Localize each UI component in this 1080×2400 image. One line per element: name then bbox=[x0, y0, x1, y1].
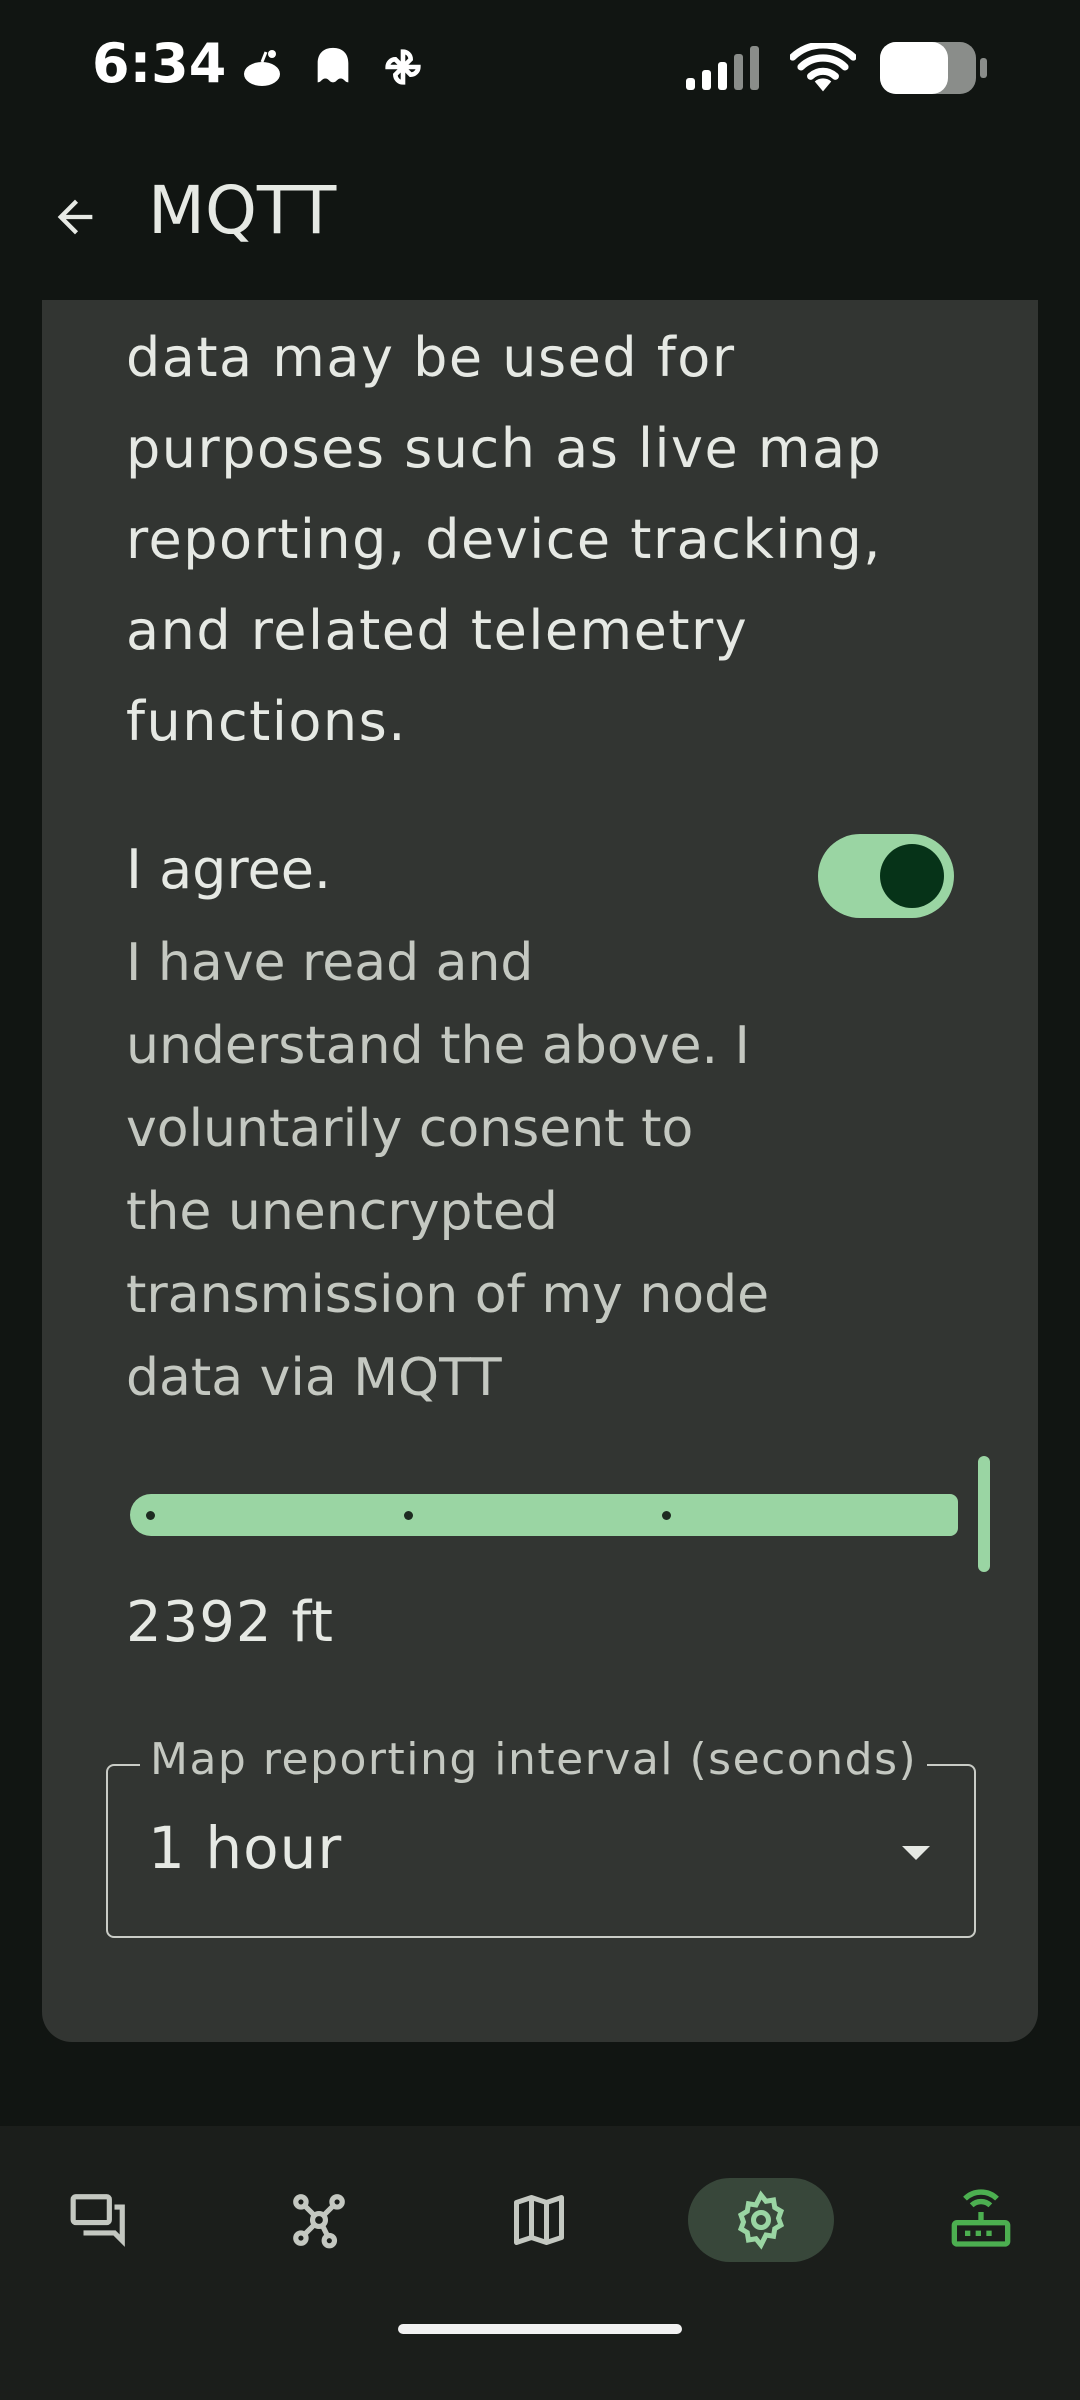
agree-title: I agree. bbox=[126, 838, 332, 901]
precision-slider[interactable] bbox=[130, 1456, 990, 1576]
pinwheel-icon bbox=[380, 44, 426, 94]
home-indicator[interactable] bbox=[398, 2324, 682, 2334]
bottom-navigation bbox=[0, 2126, 1080, 2400]
arrow-left-icon bbox=[57, 199, 93, 235]
signal-icon bbox=[684, 44, 768, 96]
agree-line: I have read and bbox=[126, 933, 534, 993]
status-time: 6:34 bbox=[92, 32, 227, 95]
nodes-icon bbox=[293, 2194, 345, 2249]
field-value: 1 hour bbox=[148, 1814, 343, 1882]
slider-tick-mark bbox=[404, 1511, 413, 1520]
body-line: purposes such as live map bbox=[126, 417, 883, 480]
agree-line: the unencrypted bbox=[126, 1182, 558, 1242]
slider-tick-mark bbox=[146, 1511, 155, 1520]
nav-connections[interactable] bbox=[908, 2178, 1054, 2262]
back-button[interactable] bbox=[40, 182, 110, 252]
map-icon bbox=[514, 2195, 564, 2245]
dropdown-arrow-icon bbox=[902, 1846, 930, 1860]
slider-active-track bbox=[130, 1494, 958, 1536]
field-label: Map reporting interval (seconds) bbox=[140, 1734, 928, 1785]
nav-nodes[interactable] bbox=[246, 2178, 392, 2262]
body-line: and related telemetry bbox=[126, 599, 749, 662]
body-line: functions. bbox=[126, 690, 407, 753]
chat-icon bbox=[70, 2194, 125, 2247]
body-line: reporting, device tracking, bbox=[126, 508, 882, 571]
gear-icon bbox=[737, 2190, 785, 2250]
agree-line: voluntarily consent to bbox=[126, 1099, 694, 1159]
map-reporting-interval-select[interactable]: Map reporting interval (seconds) 1 hour bbox=[106, 1734, 976, 1938]
page-title: MQTT bbox=[148, 172, 337, 249]
agree-description: I have read and understand the above. I … bbox=[126, 922, 776, 1420]
consent-body-text: data may be used for purposes such as li… bbox=[126, 312, 946, 767]
agree-toggle[interactable] bbox=[818, 834, 954, 918]
body-line: data may be used for bbox=[126, 326, 736, 389]
nav-map[interactable] bbox=[466, 2178, 612, 2262]
slider-tick-mark bbox=[662, 1511, 671, 1520]
agree-line: transmission of my node bbox=[126, 1265, 770, 1325]
consent-card: data may be used for purposes such as li… bbox=[42, 300, 1038, 2042]
battery-icon bbox=[878, 40, 990, 100]
slider-thumb[interactable] bbox=[978, 1456, 990, 1572]
nav-messages[interactable] bbox=[26, 2178, 172, 2262]
slider-value-label: 2392 ft bbox=[126, 1590, 335, 1655]
agree-line: understand the above. I bbox=[126, 1016, 750, 1076]
status-bar: 6:34 bbox=[0, 0, 1080, 130]
nav-settings[interactable] bbox=[688, 2178, 834, 2262]
ghost-icon bbox=[310, 44, 356, 94]
wifi-icon bbox=[789, 41, 857, 97]
router-icon bbox=[951, 2189, 1011, 2247]
reddit-icon bbox=[238, 44, 286, 96]
toggle-knob bbox=[880, 844, 944, 908]
top-app-bar: MQTT bbox=[0, 130, 1080, 300]
agree-line: data via MQTT bbox=[126, 1348, 502, 1408]
